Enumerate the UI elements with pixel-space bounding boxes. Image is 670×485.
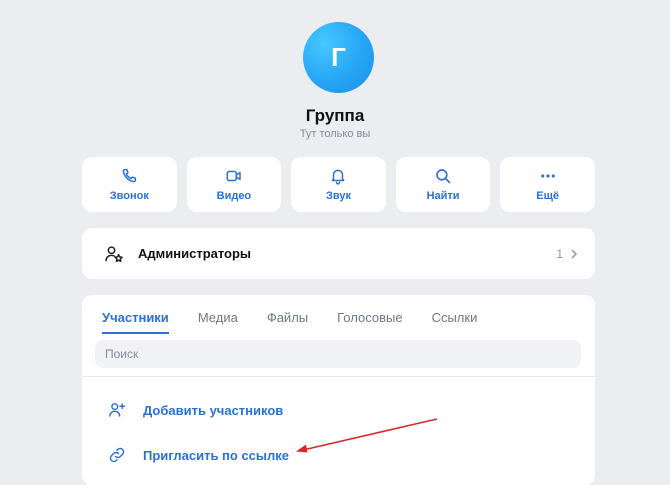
add-user-icon (108, 401, 126, 419)
administrators-row[interactable]: Администраторы 1 (82, 228, 595, 279)
group-subtitle: Тут только вы (299, 128, 371, 140)
call-label: Звонок (109, 190, 149, 202)
call-button[interactable]: Звонок (82, 157, 177, 212)
video-button[interactable]: Видео (186, 157, 282, 212)
search-icon (436, 169, 451, 184)
tab-members[interactable]: Участники (102, 310, 169, 334)
tab-files[interactable]: Файлы (267, 310, 308, 334)
avatar-letter: Г (331, 42, 346, 72)
group-avatar[interactable]: Г (303, 22, 374, 93)
administrators-count: 1 (556, 246, 563, 261)
members-panel: Участники Медиа Файлы Голосовые Ссылки Д… (82, 295, 595, 485)
group-title: Группа (305, 106, 365, 125)
video-label: Видео (216, 190, 252, 202)
admin-users-icon (104, 244, 124, 264)
action-bar: Звонок Видео Звук Найти Ещё (82, 157, 595, 212)
search-input[interactable] (95, 346, 567, 362)
tab-links[interactable]: Ссылки (432, 310, 478, 334)
more-dots-icon (540, 174, 555, 178)
invite-link-button[interactable]: Пригласить по ссылке (108, 446, 289, 464)
add-members-button[interactable]: Добавить участников (108, 401, 283, 419)
members-tabs: Участники Медиа Файлы Голосовые Ссылки (102, 310, 477, 334)
divider (82, 376, 595, 377)
tab-voice[interactable]: Голосовые (337, 310, 402, 334)
administrators-label: Администраторы (138, 246, 252, 261)
find-label: Найти (426, 190, 460, 202)
sound-label: Звук (325, 190, 351, 202)
more-button[interactable]: Ещё (500, 157, 595, 212)
phone-icon (122, 168, 137, 183)
tab-media[interactable]: Медиа (198, 310, 238, 334)
bell-icon (332, 169, 345, 185)
sound-button[interactable]: Звук (291, 157, 386, 212)
chevron-right-icon (569, 248, 579, 260)
video-camera-icon (226, 170, 241, 182)
more-label: Ещё (536, 190, 560, 202)
members-search (95, 340, 581, 368)
find-button[interactable]: Найти (395, 157, 491, 212)
invite-link-label: Пригласить по ссылке (143, 447, 290, 463)
link-icon (108, 446, 126, 464)
add-members-label: Добавить участников (143, 402, 284, 418)
